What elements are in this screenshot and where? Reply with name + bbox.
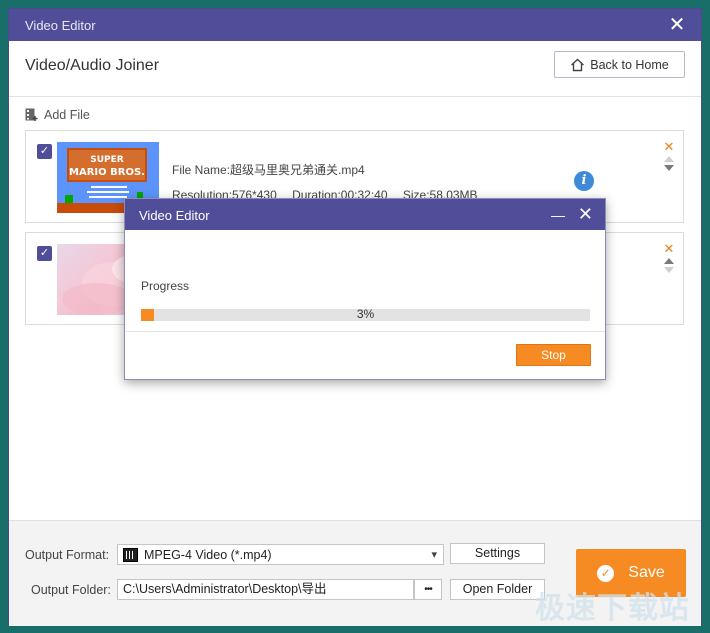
output-format-select[interactable]: MPEG-4 Video (*.mp4) ▾ (117, 544, 444, 565)
output-format-value: MPEG-4 Video (*.mp4) (144, 547, 272, 562)
add-file-button[interactable]: Add File (25, 108, 90, 122)
move-down-icon[interactable] (664, 165, 674, 171)
file-checkbox[interactable]: ✓ (37, 246, 52, 261)
dialog-titlebar: Video Editor — ✕ (125, 199, 605, 230)
window-title: Video Editor (25, 18, 96, 33)
output-format-label: Output Format: (25, 548, 110, 562)
progress-bar: 3% (141, 307, 590, 321)
output-folder-label: Output Folder: (31, 583, 111, 597)
settings-button[interactable]: Settings (450, 543, 545, 564)
minimize-icon[interactable]: — (551, 208, 565, 222)
file-name: File Name:超级马里奥兄弟通关.mp4 (172, 163, 365, 177)
home-icon (571, 58, 585, 71)
move-up-icon[interactable] (664, 156, 674, 162)
move-down-icon[interactable] (664, 267, 674, 273)
page-header: Video/Audio Joiner Back to Home (9, 41, 701, 97)
window-close-icon[interactable]: ✕ (667, 15, 687, 35)
file-checkbox[interactable]: ✓ (37, 144, 52, 159)
remove-file-icon[interactable]: ✕ (664, 140, 675, 153)
page-title: Video/Audio Joiner (25, 57, 160, 74)
add-file-icon (25, 108, 38, 121)
site-watermark: 极速下载站 (535, 591, 690, 626)
dialog-divider (125, 331, 605, 332)
browse-folder-button[interactable]: ••• (414, 579, 442, 600)
back-to-home-label: Back to Home (590, 57, 669, 72)
info-icon[interactable]: i (574, 171, 594, 191)
open-folder-button[interactable]: Open Folder (450, 579, 545, 600)
save-label: Save (628, 564, 665, 581)
remove-file-icon[interactable]: ✕ (664, 242, 675, 255)
progress-label: Progress (141, 279, 190, 293)
back-to-home-button[interactable]: Back to Home (554, 51, 685, 78)
svg-text:MARIO BROS.: MARIO BROS. (69, 167, 145, 178)
item-controls: ✕ (663, 242, 675, 273)
check-circle-icon: ✓ (597, 564, 615, 582)
output-folder-field[interactable]: C:\Users\Administrator\Desktop\导出 (117, 579, 414, 600)
mpeg-format-icon (123, 547, 138, 562)
add-file-label: Add File (44, 108, 90, 122)
window-titlebar: Video Editor ✕ (9, 9, 701, 41)
stop-button[interactable]: Stop (516, 344, 591, 366)
dialog-close-icon[interactable]: ✕ (578, 205, 593, 223)
move-up-icon[interactable] (664, 258, 674, 264)
chevron-down-icon: ▾ (431, 549, 437, 561)
svg-text:SUPER: SUPER (90, 155, 124, 165)
progress-dialog: Video Editor — ✕ Progress 3% Stop (124, 198, 606, 380)
dialog-title: Video Editor (139, 208, 210, 223)
progress-percent: 3% (356, 307, 375, 321)
item-controls: ✕ (663, 140, 675, 171)
